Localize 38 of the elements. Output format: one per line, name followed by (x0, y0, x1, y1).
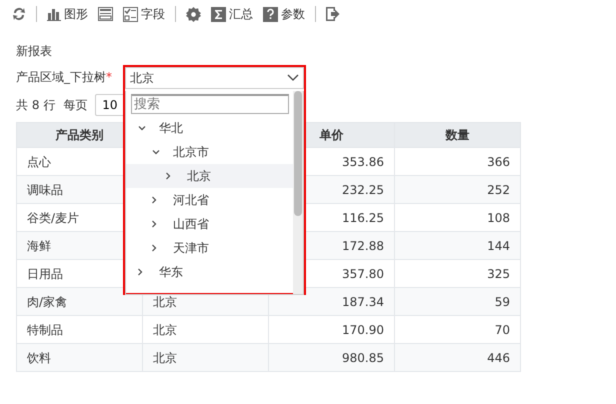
exit-icon[interactable] (326, 7, 340, 21)
required-mark: * (106, 69, 112, 86)
table-cell: 饮料 (16, 344, 142, 372)
tree-select[interactable]: 北京 (125, 67, 304, 89)
bar-chart-icon (47, 8, 61, 20)
chevron-right-icon (152, 244, 157, 252)
table-cell: 980.85 (268, 344, 394, 372)
per-page-label: 每页 (63, 97, 88, 114)
fields-button[interactable]: 字段 (123, 5, 165, 23)
table-cell: 144 (394, 232, 520, 260)
column-header: 数量 (394, 122, 520, 148)
chevron-right-icon (166, 172, 171, 180)
layout-icon[interactable] (98, 7, 113, 21)
settings-icon[interactable] (186, 6, 201, 22)
summary-button[interactable]: 汇总 (211, 5, 253, 23)
search-field[interactable]: 搜索 (131, 94, 289, 114)
sigma-icon (211, 6, 226, 22)
question-icon (263, 6, 278, 22)
tree-item[interactable]: 北京 (126, 164, 293, 188)
table-cell: 肉/家禽 (16, 288, 142, 316)
table-cell: 59 (394, 288, 520, 316)
chevron-down-icon (138, 126, 146, 130)
checklist-icon (123, 6, 138, 22)
parameter-label: 产品区域_下拉树 (16, 69, 106, 86)
parameters-button[interactable]: 参数 (263, 5, 305, 23)
table-cell: 446 (394, 344, 520, 372)
chevron-right-icon (152, 220, 157, 228)
report-title: 新报表 (15, 43, 53, 60)
chevron-down-icon (152, 150, 160, 154)
scrollbar-thumb[interactable] (294, 91, 302, 216)
chevron-right-icon (138, 268, 143, 276)
row-count: 共 8 行 (16, 97, 56, 114)
caret-icon (287, 74, 299, 82)
table-cell: 252 (394, 176, 520, 204)
refresh-icon[interactable] (12, 7, 26, 21)
chart-button[interactable]: 图形 (47, 5, 88, 23)
table-cell: 北京 (142, 344, 268, 372)
chevron-right-icon (152, 196, 157, 204)
